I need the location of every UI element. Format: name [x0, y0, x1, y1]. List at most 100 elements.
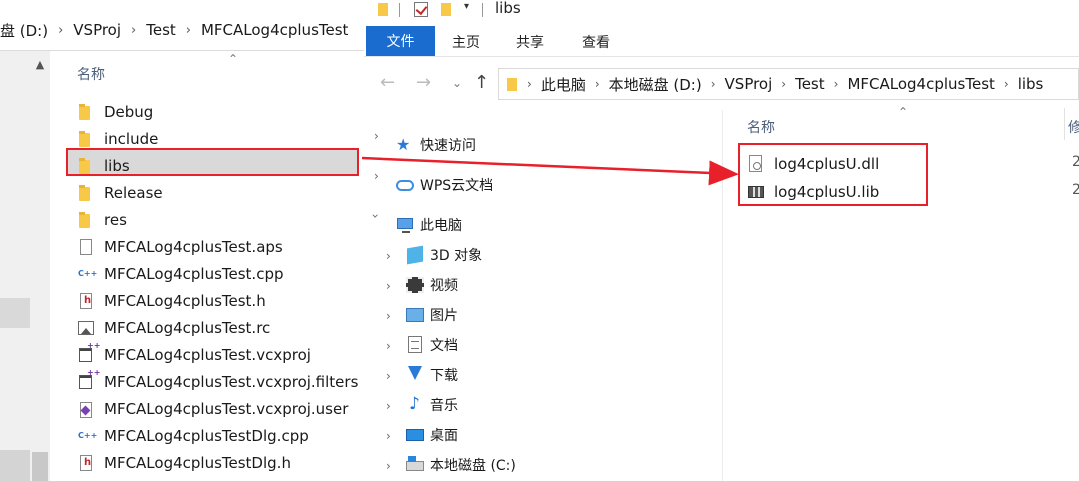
quick-access-dropdown-icon[interactable]: ▾ [464, 1, 469, 12]
chevron-right-icon[interactable]: › [386, 429, 391, 443]
chevron-right-icon[interactable]: › [386, 339, 391, 353]
item-name: MFCALog4cplusTest.vcxproj.user [104, 399, 349, 418]
address-bar[interactable]: › 此电脑 › 本地磁盘 (D:) › VSProj › Test › MFCA… [498, 68, 1079, 100]
list-item[interactable]: Release [78, 179, 163, 206]
column-separator[interactable] [1064, 108, 1065, 140]
filters-file-icon [78, 368, 100, 390]
title-bar: ▾ libs [364, 0, 1079, 22]
nav-item-desktop[interactable]: 桌面 [406, 420, 458, 450]
list-item[interactable]: res [78, 206, 127, 233]
scrollbar-thumb[interactable] [32, 452, 48, 481]
chevron-right-icon: › [710, 77, 716, 91]
nav-selected-row[interactable] [0, 298, 30, 328]
list-item[interactable]: MFCALog4cplusTest.vcxproj.filters [78, 368, 358, 395]
chevron-right-icon[interactable]: › [386, 279, 391, 293]
list-item[interactable]: Debug [78, 98, 153, 125]
chevron-right-icon: › [781, 77, 787, 91]
list-item[interactable]: MFCALog4cplusTest.vcxproj [78, 341, 311, 368]
chevron-right-icon[interactable]: › [386, 249, 391, 263]
chevron-right-icon: › [185, 22, 191, 38]
list-item[interactable]: C++ MFCALog4cplusTestDlg.cpp [78, 422, 309, 449]
breadcrumb-segment[interactable]: 盘 (D:) [0, 20, 48, 41]
sort-ascending-icon: ⌃ [228, 52, 239, 66]
tab-view[interactable]: 查看 [582, 32, 610, 52]
nav-item-videos[interactable]: 视频 [406, 270, 458, 300]
nav-item-label: 图片 [430, 308, 458, 324]
address-segment[interactable]: VSProj [725, 75, 773, 93]
back-arrow-icon[interactable]: ← [380, 72, 395, 93]
left-explorer-pane: 盘 (D:) › VSProj › Test › MFCALog4cplusTe… [0, 0, 364, 481]
resource-file-icon [78, 320, 94, 336]
address-segment[interactable]: Test [795, 75, 825, 93]
item-name: MFCALog4cplusTest.aps [104, 237, 283, 256]
header-file-icon [78, 292, 94, 309]
video-icon [406, 276, 424, 294]
list-item[interactable]: MFCALog4cplusTestDlg.h [78, 449, 291, 476]
breadcrumb-segment[interactable]: MFCALog4cplusTest [201, 21, 348, 39]
name-column-header[interactable]: 名称 [747, 117, 775, 137]
item-name: Debug [104, 102, 154, 121]
chevron-right-icon: › [58, 22, 64, 38]
properties-check-icon[interactable] [414, 2, 428, 17]
documents-icon [406, 336, 424, 354]
list-item[interactable]: MFCALog4cplusTest.h [78, 287, 266, 314]
nav-item-3d-objects[interactable]: 3D 对象 [406, 240, 482, 270]
list-item[interactable]: MFCALog4cplusTest.aps [78, 233, 283, 260]
scroll-up-icon[interactable]: ▲ [30, 58, 50, 78]
breadcrumb-segment[interactable]: VSProj [73, 21, 121, 39]
forward-arrow-icon[interactable]: → [416, 72, 431, 93]
chevron-down-icon[interactable]: › [368, 214, 382, 219]
nav-item-downloads[interactable]: 下载 [406, 360, 458, 390]
left-breadcrumb[interactable]: 盘 (D:) › VSProj › Test › MFCALog4cplusTe… [0, 12, 364, 48]
address-segment[interactable]: 此电脑 [541, 74, 586, 95]
chevron-right-icon[interactable]: › [386, 369, 391, 383]
nav-item-label: 快速访问 [420, 138, 476, 154]
nav-item-label: WPS云文档 [420, 178, 494, 194]
chevron-right-icon[interactable]: › [386, 459, 391, 473]
nav-item-label: 视频 [430, 278, 458, 294]
cpp-file-icon: C++ [78, 430, 98, 440]
list-item[interactable]: MFCALog4cplusTest.vcxproj.user [78, 395, 348, 422]
recent-locations-chevron-icon[interactable]: ⌄ [452, 76, 462, 90]
folder-icon [78, 130, 94, 147]
nav-item-documents[interactable]: 文档 [406, 330, 458, 360]
nav-item-pictures[interactable]: 图片 [406, 300, 458, 330]
red-highlight-box [66, 148, 359, 176]
chevron-right-icon[interactable]: › [374, 169, 379, 183]
chevron-right-icon[interactable]: › [386, 399, 391, 413]
nav-item-label: 此电脑 [420, 218, 462, 234]
nav-row[interactable] [0, 450, 30, 481]
vertical-scrollbar[interactable] [30, 51, 50, 481]
tab-share[interactable]: 共享 [516, 32, 544, 52]
chevron-right-icon: › [833, 77, 839, 91]
item-name: MFCALog4cplusTest.vcxproj.filters [104, 372, 359, 391]
libs-explorer-window: ▾ libs 文件 主页 共享 查看 ← → ⌄ ↑ › 此电脑 › 本地磁盘 … [364, 0, 1079, 481]
modified-date-cell: 2 [1072, 154, 1079, 170]
ribbon-tabs: 文件 主页 共享 查看 [364, 26, 1079, 57]
nav-item-label: 文档 [430, 338, 458, 354]
name-column-header[interactable]: 名称 [77, 64, 105, 84]
new-folder-icon[interactable] [441, 3, 451, 16]
chevron-right-icon[interactable]: › [386, 309, 391, 323]
nav-item-local-disk-c[interactable]: 本地磁盘 (C:) [406, 450, 516, 480]
item-name: MFCALog4cplusTest.vcxproj [104, 345, 311, 364]
tab-home[interactable]: 主页 [452, 32, 480, 52]
address-segment[interactable]: MFCALog4cplusTest [847, 75, 994, 93]
modified-column-header[interactable]: 修 [1068, 117, 1079, 137]
nav-item-wps-cloud[interactable]: WPS云文档 [396, 170, 493, 200]
breadcrumb-segment[interactable]: Test [146, 21, 176, 39]
header-file-icon [78, 454, 94, 471]
nav-item-label: 本地磁盘 (C:) [430, 458, 516, 474]
address-segment[interactable]: libs [1018, 75, 1044, 93]
tab-file[interactable]: 文件 [366, 26, 435, 56]
list-item[interactable]: MFCALog4cplusTest.rc [78, 314, 270, 341]
nav-item-this-pc[interactable]: 此电脑 [396, 210, 462, 240]
nav-item-quick-access[interactable]: ★ 快速访问 [396, 130, 476, 160]
address-segment[interactable]: 本地磁盘 (D:) [609, 74, 702, 95]
up-arrow-icon[interactable]: ↑ [474, 72, 489, 93]
sort-ascending-icon: ⌃ [898, 105, 909, 119]
list-item[interactable]: C++ MFCALog4cplusTest.cpp [78, 260, 284, 287]
item-name: MFCALog4cplusTest.cpp [104, 264, 284, 283]
chevron-right-icon[interactable]: › [374, 129, 379, 143]
nav-item-music[interactable]: ♪ 音乐 [406, 390, 458, 420]
